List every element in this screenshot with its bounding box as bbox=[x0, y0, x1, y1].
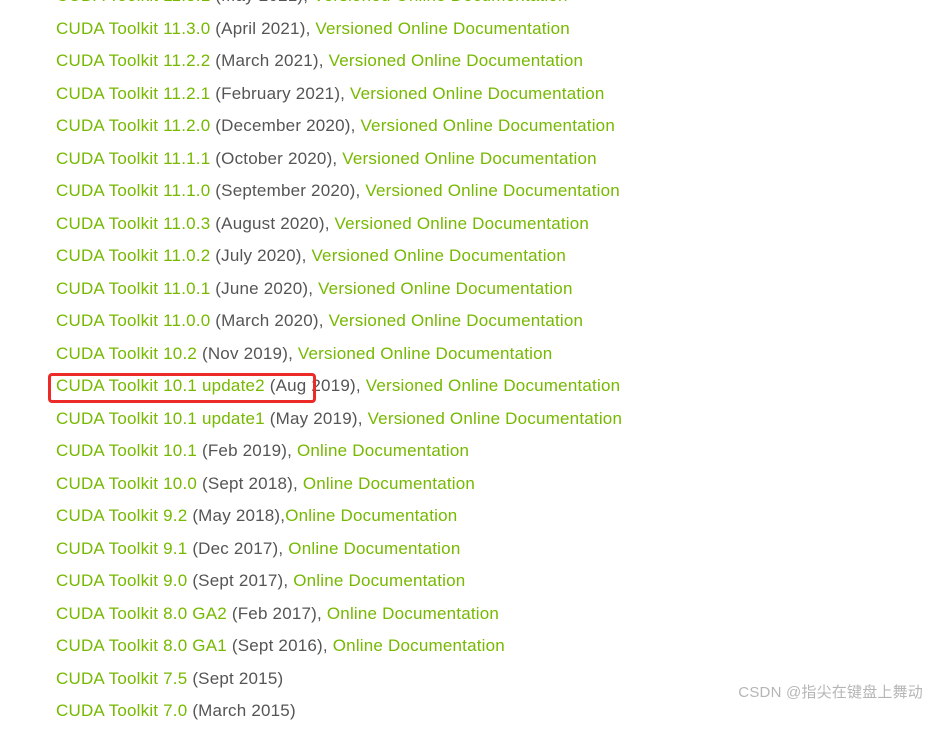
toolkit-link[interactable]: CUDA Toolkit 9.2 bbox=[56, 506, 187, 525]
list-item: CUDA Toolkit 11.2.1 (February 2021), Ver… bbox=[56, 78, 937, 111]
list-item: CUDA Toolkit 9.0 (Sept 2017), Online Doc… bbox=[56, 565, 937, 598]
release-date: (June 2020), bbox=[210, 279, 318, 298]
list-item: CUDA Toolkit 8.0 GA1 (Sept 2016), Online… bbox=[56, 630, 937, 663]
list-item: CUDA Toolkit 10.1 (Feb 2019), Online Doc… bbox=[56, 435, 937, 468]
toolkit-link[interactable]: CUDA Toolkit 8.0 GA1 bbox=[56, 636, 227, 655]
doc-link[interactable]: Versioned Online Documentation bbox=[318, 279, 573, 298]
doc-link[interactable]: Online Documentation bbox=[333, 636, 505, 655]
release-date: (February 2021), bbox=[210, 84, 350, 103]
release-date: (December 2020), bbox=[210, 116, 360, 135]
list-item: CUDA Toolkit 10.1 update1 (May 2019), Ve… bbox=[56, 403, 937, 436]
toolkit-link[interactable]: CUDA Toolkit 11.0.0 bbox=[56, 311, 210, 330]
toolkit-link[interactable]: CUDA Toolkit 11.0.2 bbox=[56, 246, 210, 265]
release-date: (Sept 2017), bbox=[187, 571, 293, 590]
toolkit-link[interactable]: CUDA Toolkit 11.2.2 bbox=[56, 51, 210, 70]
doc-link[interactable]: Versioned Online Documentation bbox=[335, 214, 590, 233]
doc-link[interactable]: Online Documentation bbox=[297, 441, 469, 460]
doc-link[interactable]: Versioned Online Documentation bbox=[329, 51, 584, 70]
release-date: (Aug 2019), bbox=[265, 376, 366, 395]
release-date: (May 2021), bbox=[210, 0, 313, 5]
doc-link[interactable]: Online Documentation bbox=[293, 571, 465, 590]
toolkit-link[interactable]: CUDA Toolkit 11.2.1 bbox=[56, 84, 210, 103]
highlight-box: CUDA Toolkit 10.1 update2 bbox=[56, 376, 265, 395]
list-item: CUDA Toolkit 7.0 (March 2015) bbox=[56, 695, 937, 728]
doc-link[interactable]: Online Documentation bbox=[327, 604, 499, 623]
release-date: (Dec 2017), bbox=[187, 539, 288, 558]
release-date: (Sept 2018), bbox=[197, 474, 303, 493]
list-item: CUDA Toolkit 10.0 (Sept 2018), Online Do… bbox=[56, 468, 937, 501]
doc-link[interactable]: Versioned Online Documentation bbox=[313, 0, 568, 5]
toolkit-link[interactable]: CUDA Toolkit 11.1.1 bbox=[56, 149, 210, 168]
list-item: CUDA Toolkit 11.1.1 (October 2020), Vers… bbox=[56, 143, 937, 176]
list-item: CUDA Toolkit 10.2 (Nov 2019), Versioned … bbox=[56, 338, 937, 371]
doc-link[interactable]: Versioned Online Documentation bbox=[315, 19, 570, 38]
doc-link[interactable]: Online Documentation bbox=[285, 506, 457, 525]
toolkit-link[interactable]: CUDA Toolkit 11.0.3 bbox=[56, 214, 210, 233]
toolkit-link[interactable]: CUDA Toolkit 7.5 bbox=[56, 669, 187, 688]
release-date: (Nov 2019), bbox=[197, 344, 298, 363]
toolkit-link[interactable]: CUDA Toolkit 10.1 update2 bbox=[56, 376, 265, 395]
doc-link[interactable]: Versioned Online Documentation bbox=[368, 409, 623, 428]
list-item: CUDA Toolkit 11.0.1 (June 2020), Version… bbox=[56, 273, 937, 306]
doc-link[interactable]: Versioned Online Documentation bbox=[298, 344, 553, 363]
toolkit-link[interactable]: CUDA Toolkit 10.1 bbox=[56, 441, 197, 460]
list-item: CUDA Toolkit 11.3.1 (May 2021), Versione… bbox=[56, 0, 937, 13]
list-item: CUDA Toolkit 10.1 update2 (Aug 2019), Ve… bbox=[56, 370, 937, 403]
list-item: CUDA Toolkit 11.0.2 (July 2020), Version… bbox=[56, 240, 937, 273]
doc-link[interactable]: Online Documentation bbox=[303, 474, 475, 493]
doc-link[interactable]: Versioned Online Documentation bbox=[360, 116, 615, 135]
list-item: CUDA Toolkit 11.0.3 (August 2020), Versi… bbox=[56, 208, 937, 241]
release-date: (Sept 2016), bbox=[227, 636, 333, 655]
toolkit-link[interactable]: CUDA Toolkit 9.1 bbox=[56, 539, 187, 558]
doc-link[interactable]: Online Documentation bbox=[288, 539, 460, 558]
release-date: (July 2020), bbox=[210, 246, 311, 265]
doc-link[interactable]: Versioned Online Documentation bbox=[365, 181, 620, 200]
doc-link[interactable]: Versioned Online Documentation bbox=[366, 376, 621, 395]
toolkit-link[interactable]: CUDA Toolkit 11.1.0 bbox=[56, 181, 210, 200]
list-item: CUDA Toolkit 8.0 GA2 (Feb 2017), Online … bbox=[56, 598, 937, 631]
release-date: (March 2021), bbox=[210, 51, 328, 70]
list-item: CUDA Toolkit 11.2.2 (March 2021), Versio… bbox=[56, 45, 937, 78]
toolkit-link[interactable]: CUDA Toolkit 8.0 GA2 bbox=[56, 604, 227, 623]
list-item: CUDA Toolkit 11.1.0 (September 2020), Ve… bbox=[56, 175, 937, 208]
list-item: CUDA Toolkit 11.2.0 (December 2020), Ver… bbox=[56, 110, 937, 143]
list-item: CUDA Toolkit 9.1 (Dec 2017), Online Docu… bbox=[56, 533, 937, 566]
toolkit-link[interactable]: CUDA Toolkit 11.3.1 bbox=[56, 0, 210, 5]
toolkit-link[interactable]: CUDA Toolkit 9.0 bbox=[56, 571, 187, 590]
list-item: CUDA Toolkit 7.5 (Sept 2015) bbox=[56, 663, 937, 696]
doc-link[interactable]: Versioned Online Documentation bbox=[342, 149, 597, 168]
release-date: (April 2021), bbox=[210, 19, 315, 38]
list-item: CUDA Toolkit 11.0.0 (March 2020), Versio… bbox=[56, 305, 937, 338]
toolkit-link[interactable]: CUDA Toolkit 11.2.0 bbox=[56, 116, 210, 135]
release-date: (Feb 2019), bbox=[197, 441, 297, 460]
release-date: (Feb 2017), bbox=[227, 604, 327, 623]
release-date: (May 2019), bbox=[265, 409, 368, 428]
toolkit-link[interactable]: CUDA Toolkit 11.3.0 bbox=[56, 19, 210, 38]
release-date: (October 2020), bbox=[210, 149, 342, 168]
release-date: (March 2020), bbox=[210, 311, 328, 330]
release-date: (September 2020), bbox=[210, 181, 365, 200]
list-item: CUDA Toolkit 9.2 (May 2018),Online Docum… bbox=[56, 500, 937, 533]
release-date: (May 2018), bbox=[187, 506, 285, 525]
release-date: (August 2020), bbox=[210, 214, 334, 233]
release-date: (Sept 2015) bbox=[187, 669, 283, 688]
list-item: CUDA Toolkit 11.3.0 (April 2021), Versio… bbox=[56, 13, 937, 46]
doc-link[interactable]: Versioned Online Documentation bbox=[350, 84, 605, 103]
toolkit-link[interactable]: CUDA Toolkit 10.1 update1 bbox=[56, 409, 265, 428]
release-date: (March 2015) bbox=[187, 701, 295, 720]
toolkit-link[interactable]: CUDA Toolkit 11.0.1 bbox=[56, 279, 210, 298]
doc-link[interactable]: Versioned Online Documentation bbox=[329, 311, 584, 330]
doc-link[interactable]: Versioned Online Documentation bbox=[311, 246, 566, 265]
toolkit-link[interactable]: CUDA Toolkit 10.0 bbox=[56, 474, 197, 493]
toolkit-link[interactable]: CUDA Toolkit 7.0 bbox=[56, 701, 187, 720]
toolkit-link[interactable]: CUDA Toolkit 10.2 bbox=[56, 344, 197, 363]
cuda-toolkit-archive-list: CUDA Toolkit 11.3.1 (May 2021), Versione… bbox=[0, 0, 937, 728]
